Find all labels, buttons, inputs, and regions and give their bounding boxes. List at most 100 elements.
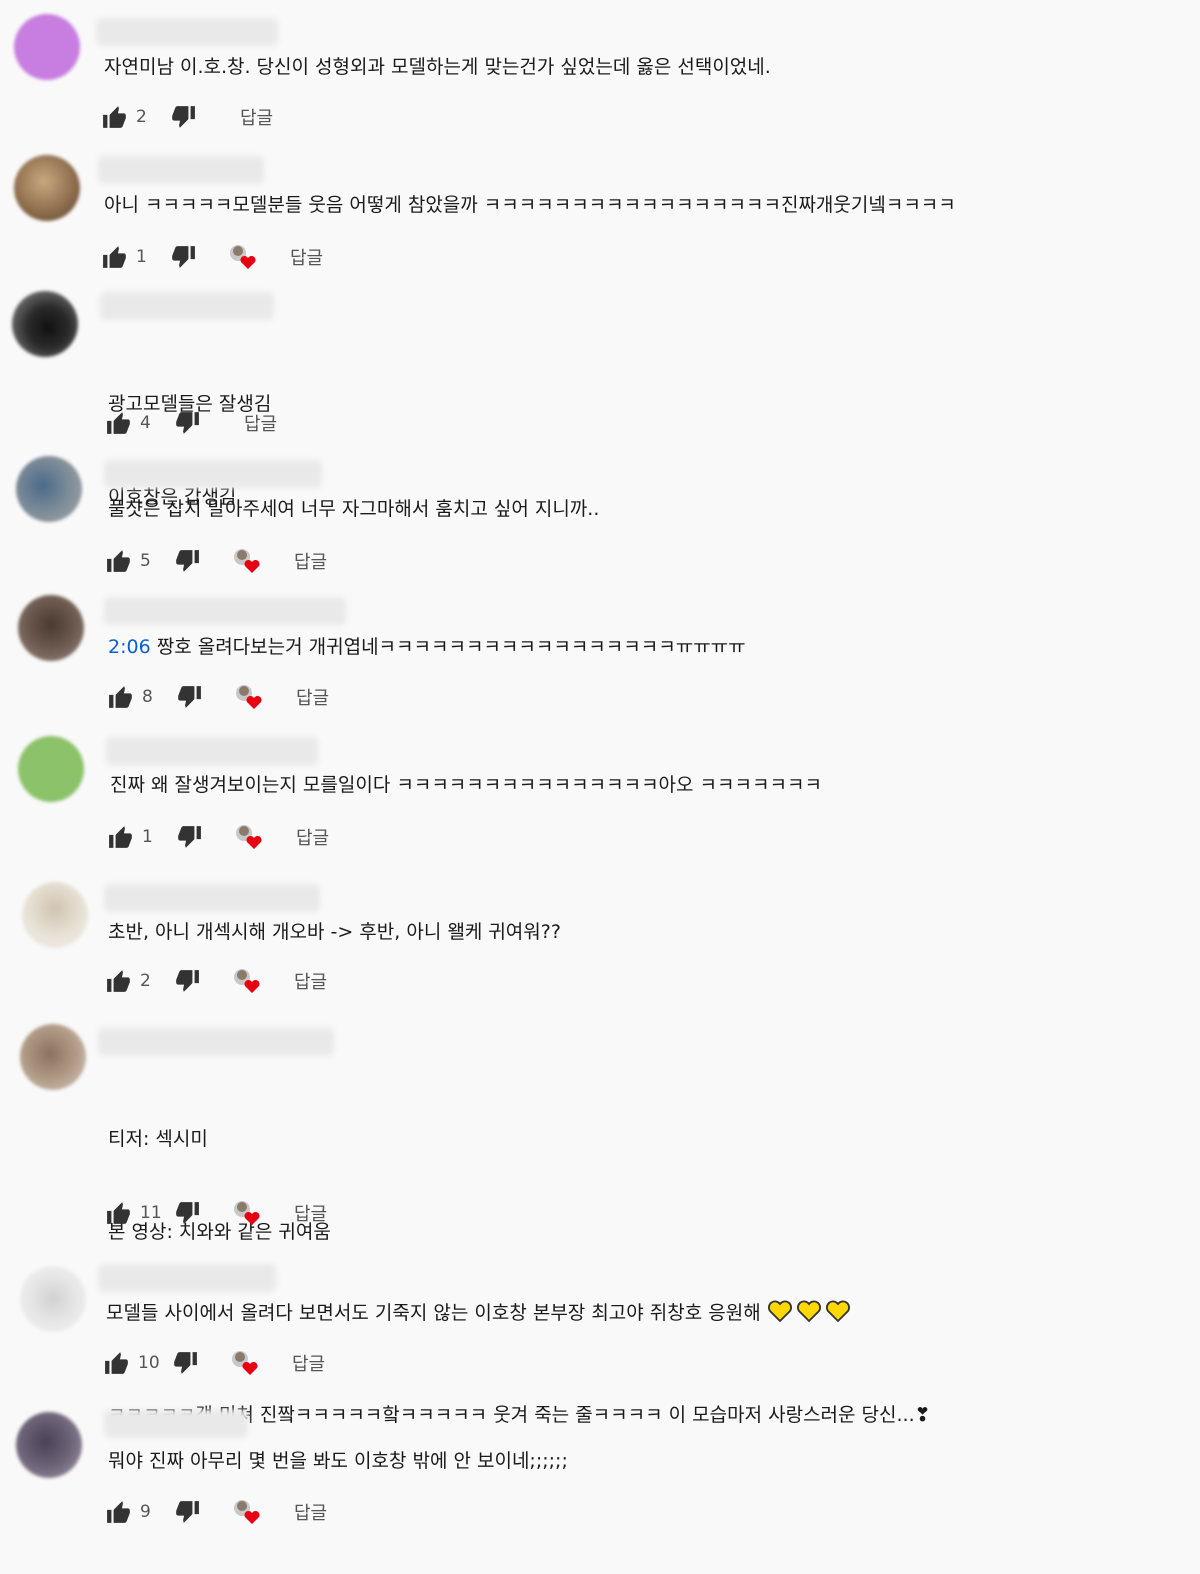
- comment-text: 뭐야 진짜 아무리 몇 번을 봐도 이호창 밖에 안 보이네;;;;;;: [108, 1446, 568, 1477]
- comment-actions: 9 답글: [106, 1497, 327, 1527]
- author-name[interactable]: [96, 18, 278, 46]
- author-name[interactable]: [104, 460, 322, 488]
- avatar[interactable]: [16, 456, 82, 522]
- thumb-up-icon: [107, 412, 130, 434]
- like-button[interactable]: 5: [106, 549, 174, 573]
- comment-actions: 2 답글: [102, 102, 273, 132]
- comment-actions: 1 답글: [108, 822, 329, 852]
- thumb-up-icon: [109, 826, 132, 848]
- reply-button[interactable]: 답글: [294, 1200, 327, 1226]
- author-name[interactable]: [100, 292, 274, 320]
- comment-line: 풀샷은 잡지 말아주세여 너무 자그마해서 훔치고 싶어 지니까..: [108, 498, 600, 520]
- author-name[interactable]: [104, 1410, 248, 1438]
- comment-line: 모델들 사이에서 올려다 보면서도 기죽지 않는 이호창 본부장 최고야 쥐창호…: [106, 1302, 767, 1324]
- like-button[interactable]: 11: [106, 1201, 174, 1225]
- comment-actions: 8 답글: [108, 682, 329, 712]
- like-count: 9: [140, 1502, 151, 1522]
- like-button[interactable]: 9: [106, 1500, 174, 1524]
- dislike-button[interactable]: [174, 969, 200, 993]
- author-name[interactable]: [98, 1264, 276, 1292]
- comment-actions: 2 답글: [106, 966, 327, 996]
- like-button[interactable]: 2: [102, 105, 170, 129]
- comment-text: 아니 ㅋㅋㅋㅋㅋ모델분들 웃음 어떻게 참았을까 ㅋㅋㅋㅋㅋㅋㅋㅋㅋㅋㅋㅋㅋㅋㅋ…: [104, 190, 956, 221]
- dislike-button[interactable]: [170, 245, 196, 269]
- dislike-button[interactable]: [176, 825, 202, 849]
- thumb-up-icon: [107, 1501, 130, 1523]
- avatar[interactable]: [14, 14, 80, 80]
- creator-heart-icon: [232, 822, 266, 852]
- comment-text: 진짜 왜 잘생겨보이는지 모를일이다 ㅋㅋㅋㅋㅋㅋㅋㅋㅋㅋㅋㅋㅋㅋㅋ아오 ㅋㅋㅋ…: [110, 770, 822, 801]
- comment-line: 진짜 왜 잘생겨보이는지 모를일이다 ㅋㅋㅋㅋㅋㅋㅋㅋㅋㅋㅋㅋㅋㅋㅋ아오 ㅋㅋㅋ…: [110, 774, 822, 796]
- like-button[interactable]: 1: [102, 245, 170, 269]
- creator-heart-icon: [230, 1198, 264, 1228]
- thumb-up-icon: [107, 1202, 130, 1224]
- avatar[interactable]: [14, 155, 80, 221]
- avatar[interactable]: [12, 291, 78, 357]
- dislike-button[interactable]: [174, 549, 200, 573]
- reply-button[interactable]: 답글: [244, 410, 277, 436]
- avatar[interactable]: [16, 1412, 82, 1478]
- thumb-down-icon: [176, 970, 199, 992]
- comment-line: 초반, 아니 개섹시해 개오바 -> 후반, 아니 왤케 귀여워??: [108, 921, 561, 943]
- author-name[interactable]: [104, 597, 346, 625]
- avatar[interactable]: [20, 1266, 86, 1332]
- dislike-button[interactable]: [174, 1500, 200, 1524]
- timestamp-link[interactable]: 2:06: [108, 636, 151, 658]
- comment-text: 2:06 짱호 올려다보는거 개귀엽네ㅋㅋㅋㅋㅋㅋㅋㅋㅋㅋㅋㅋㅋㅋㅋㅋㅋㅠㅠㅠㅠ: [108, 632, 746, 663]
- dislike-button[interactable]: [172, 1351, 198, 1375]
- thumb-up-icon: [103, 106, 126, 128]
- reply-button[interactable]: 답글: [294, 968, 327, 994]
- thumb-down-icon: [178, 826, 201, 848]
- like-count: 4: [140, 413, 151, 433]
- reply-button[interactable]: 답글: [292, 1350, 325, 1376]
- thumb-down-icon: [172, 106, 195, 128]
- comment-text: 자연미남 이.호.창. 당신이 성형외과 모델하는게 맞는건가 싶었는데 옳은 …: [104, 52, 771, 83]
- creator-heart-icon: [230, 966, 264, 996]
- comment-line: 짱호 올려다보는거 개귀엽네ㅋㅋㅋㅋㅋㅋㅋㅋㅋㅋㅋㅋㅋㅋㅋㅋㅋㅠㅠㅠㅠ: [150, 636, 746, 658]
- thumb-up-icon: [107, 970, 130, 992]
- avatar[interactable]: [22, 882, 88, 948]
- creator-heart-icon: [232, 682, 266, 712]
- like-count: 5: [140, 551, 151, 571]
- comment-text: 초반, 아니 개섹시해 개오바 -> 후반, 아니 왤케 귀여워??: [108, 917, 561, 948]
- reply-button[interactable]: 답글: [296, 824, 329, 850]
- like-button[interactable]: 1: [108, 825, 176, 849]
- comment-actions: 11 답글: [106, 1198, 327, 1228]
- like-button[interactable]: 8: [108, 685, 176, 709]
- reply-button[interactable]: 답글: [290, 244, 323, 270]
- thumb-down-icon: [172, 246, 195, 268]
- like-count: 8: [142, 687, 153, 707]
- like-count: 1: [142, 827, 153, 847]
- comment-text: 광고모델들은 잘생김 이호창은 갑생김: [108, 327, 271, 575]
- comment-line: 뭐야 진짜 아무리 몇 번을 봐도 이호창 밖에 안 보이네;;;;;;: [108, 1450, 568, 1472]
- like-button[interactable]: 10: [104, 1351, 172, 1375]
- reply-button[interactable]: 답글: [240, 104, 273, 130]
- dislike-button[interactable]: [176, 685, 202, 709]
- like-count: 2: [140, 971, 151, 991]
- comment-actions: 5 답글: [106, 546, 327, 576]
- avatar[interactable]: [18, 736, 84, 802]
- dislike-button[interactable]: [170, 105, 196, 129]
- author-name[interactable]: [98, 156, 264, 184]
- like-button[interactable]: 2: [106, 969, 174, 993]
- reply-button[interactable]: 답글: [294, 548, 327, 574]
- reply-button[interactable]: 답글: [294, 1499, 327, 1525]
- like-count: 11: [140, 1203, 162, 1223]
- avatar[interactable]: [18, 595, 84, 661]
- author-name[interactable]: [106, 737, 318, 765]
- author-name[interactable]: [98, 1028, 334, 1056]
- comment-text: 풀샷은 잡지 말아주세여 너무 자그마해서 훔치고 싶어 지니까..: [108, 494, 599, 525]
- avatar[interactable]: [20, 1024, 86, 1090]
- comment-actions: 10 답글: [104, 1348, 325, 1378]
- comment-actions: 4 답글: [106, 408, 277, 438]
- creator-heart-icon: [226, 242, 260, 272]
- dislike-button[interactable]: [174, 411, 200, 435]
- author-name[interactable]: [104, 884, 320, 912]
- reply-button[interactable]: 답글: [296, 684, 329, 710]
- thumb-up-icon: [109, 686, 132, 708]
- dislike-button[interactable]: [174, 1201, 200, 1225]
- like-count: 10: [138, 1353, 160, 1373]
- thumb-down-icon: [174, 1352, 197, 1374]
- thumb-up-icon: [105, 1352, 128, 1374]
- like-button[interactable]: 4: [106, 411, 174, 435]
